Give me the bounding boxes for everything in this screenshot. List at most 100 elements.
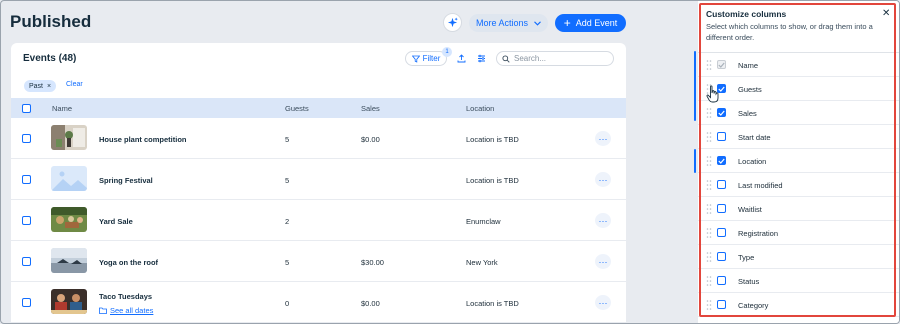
table-row[interactable]: Yard Sale 2 Enumclaw ··· — [11, 200, 626, 241]
checkmark-icon — [718, 110, 725, 116]
table-header: Name Guests Sales Location — [11, 98, 626, 118]
column-option-label: Guests — [738, 85, 762, 94]
drag-indicator-line — [694, 149, 696, 173]
close-icon[interactable]: ✕ — [882, 8, 890, 19]
row-actions-button[interactable]: ··· — [595, 254, 611, 269]
row-actions-button[interactable]: ··· — [595, 213, 611, 228]
event-name[interactable]: Yard Sale — [99, 217, 133, 226]
add-event-label: Add Event — [575, 18, 618, 28]
column-checkbox[interactable] — [717, 156, 726, 165]
column-option-label: Last modified — [738, 181, 783, 190]
column-option-registration[interactable]: Registration — [698, 221, 899, 245]
column-option-category[interactable]: Category — [698, 293, 899, 317]
search-box[interactable] — [496, 51, 614, 66]
event-thumbnail — [51, 248, 87, 273]
drag-handle-icon[interactable] — [706, 251, 712, 263]
column-checkbox[interactable] — [717, 276, 726, 285]
column-option-location[interactable]: Location — [698, 149, 899, 173]
chevron-down-icon — [534, 20, 541, 26]
row-checkbox[interactable] — [22, 257, 31, 266]
row-checkbox[interactable] — [22, 298, 31, 307]
row-checkbox[interactable] — [22, 175, 31, 184]
column-option-label: Registration — [738, 229, 779, 238]
column-option-name[interactable]: Name — [698, 53, 899, 77]
column-checkbox[interactable] — [717, 204, 726, 213]
column-option-status[interactable]: Status — [698, 269, 899, 293]
column-header-name[interactable]: Name — [52, 104, 72, 113]
guests-cell: 5 — [285, 135, 290, 144]
filter-button[interactable]: Filter — [405, 51, 447, 66]
table-row[interactable]: Spring Festival 5 Location is TBD ··· — [11, 159, 626, 200]
add-event-button[interactable]: + Add Event — [555, 14, 626, 32]
column-option-guests[interactable]: Guests — [698, 77, 899, 101]
filter-chip-past[interactable]: Past × — [24, 80, 57, 92]
ai-assistant-button[interactable] — [443, 13, 462, 32]
plus-icon: + — [563, 16, 571, 30]
event-name[interactable]: Yoga on the roof — [99, 258, 158, 267]
sales-cell: $30.00 — [361, 258, 384, 267]
drag-handle-icon[interactable] — [706, 203, 712, 215]
column-checkbox[interactable] — [717, 252, 726, 261]
drag-handle-icon[interactable] — [706, 155, 712, 167]
search-icon — [502, 54, 510, 63]
more-horizontal-icon: ··· — [598, 133, 608, 144]
drag-handle-icon[interactable] — [706, 107, 712, 119]
remove-filter-icon[interactable]: × — [47, 83, 51, 90]
customize-columns-button[interactable] — [474, 51, 489, 66]
table-row[interactable]: Yoga on the roof 5 $30.00 New York ··· — [11, 241, 626, 282]
location-cell: Enumclaw — [466, 217, 501, 226]
drag-handle-icon[interactable] — [706, 299, 712, 311]
column-option-label: Category — [738, 301, 769, 310]
more-horizontal-icon: ··· — [598, 174, 608, 185]
drag-handle-icon[interactable] — [706, 59, 712, 71]
page-title: Published — [10, 12, 92, 31]
column-option-label: Name — [738, 61, 759, 70]
drag-handle-icon[interactable] — [706, 179, 712, 191]
row-actions-button[interactable]: ··· — [595, 295, 611, 310]
clear-filters-link[interactable]: Clear — [66, 81, 83, 88]
row-actions-button[interactable]: ··· — [595, 131, 611, 146]
event-thumbnail — [51, 166, 87, 191]
column-header-guests[interactable]: Guests — [285, 104, 309, 113]
column-option-type[interactable]: Type — [698, 245, 899, 269]
column-option-last-modified[interactable]: Last modified — [698, 173, 899, 197]
events-title: Events (48) — [23, 53, 77, 64]
guests-cell: 5 — [285, 176, 290, 185]
event-name[interactable]: Taco Tuesdays — [99, 292, 152, 301]
column-checkbox[interactable] — [717, 108, 726, 117]
upload-icon — [457, 54, 466, 63]
more-actions-button[interactable]: More Actions — [469, 14, 548, 32]
event-name[interactable]: House plant competition — [99, 135, 187, 144]
column-option-start-date[interactable]: Start date — [698, 125, 899, 149]
hand-cursor-icon — [706, 85, 719, 103]
sales-cell: $0.00 — [361, 299, 380, 308]
sales-cell: $0.00 — [361, 135, 380, 144]
export-button[interactable] — [454, 51, 469, 66]
column-checkbox[interactable] — [717, 300, 726, 309]
see-all-dates-link[interactable]: See all dates — [99, 306, 153, 315]
column-option-label: Location — [738, 157, 767, 166]
row-actions-button[interactable]: ··· — [595, 172, 611, 187]
drag-handle-icon[interactable] — [706, 131, 712, 143]
drag-handle-icon[interactable] — [706, 275, 712, 287]
drag-handle-icon[interactable] — [706, 227, 712, 239]
table-row[interactable]: Taco Tuesdays See all dates 0 $0.00 Loca… — [11, 282, 626, 323]
column-header-sales[interactable]: Sales — [361, 104, 380, 113]
column-option-label: Waitlist — [738, 205, 762, 214]
row-checkbox[interactable] — [22, 134, 31, 143]
event-thumbnail — [51, 125, 87, 150]
table-row[interactable]: House plant competition 5 $0.00 Location… — [11, 118, 626, 159]
column-checkbox[interactable] — [717, 228, 726, 237]
more-horizontal-icon: ··· — [598, 215, 608, 226]
event-name[interactable]: Spring Festival — [99, 176, 153, 185]
search-input[interactable] — [514, 54, 609, 63]
row-checkbox[interactable] — [22, 216, 31, 225]
column-option-label: Start date — [738, 133, 771, 142]
column-option-waitlist[interactable]: Waitlist — [698, 197, 899, 221]
column-checkbox[interactable] — [717, 132, 726, 141]
column-option-label: Status — [738, 277, 760, 286]
column-option-sales[interactable]: Sales — [698, 101, 899, 125]
column-header-location[interactable]: Location — [466, 104, 494, 113]
select-all-checkbox[interactable] — [22, 104, 31, 113]
column-checkbox[interactable] — [717, 180, 726, 189]
